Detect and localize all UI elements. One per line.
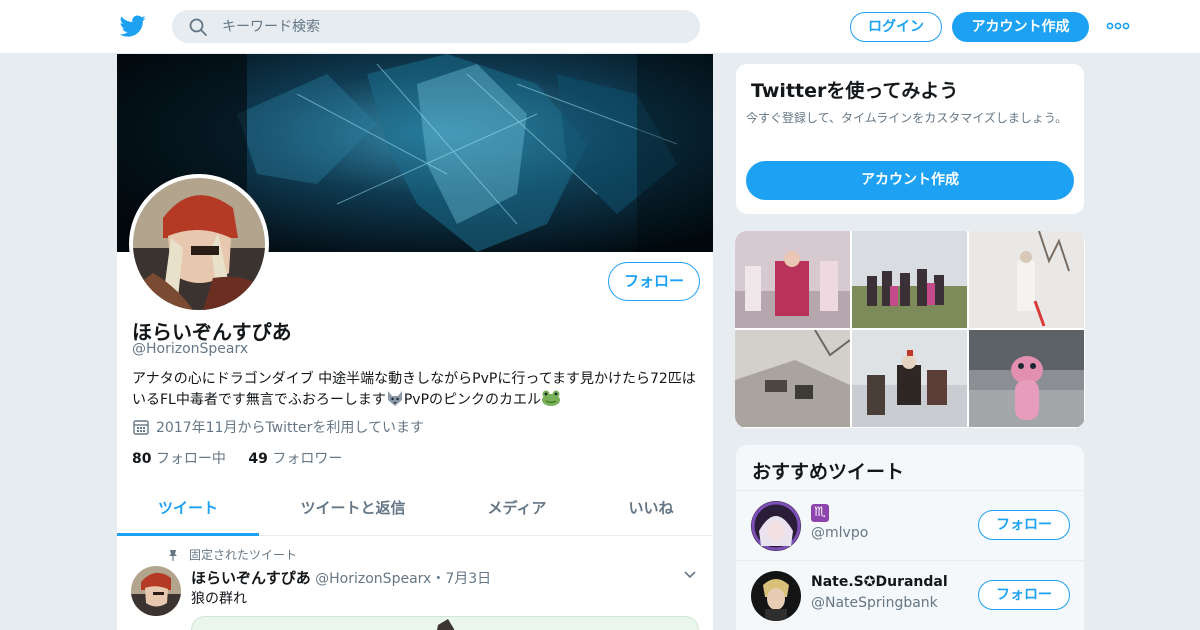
top-navigation-bar: ログイン アカウント作成 [0, 0, 1200, 54]
pin-icon [169, 550, 177, 561]
tweet-header: ほらいぞんすぴあ @HorizonSpearx・7月3日 [191, 567, 491, 588]
followers-label: フォロワー [272, 451, 343, 467]
chevron-down-icon[interactable] [683, 570, 697, 580]
recommended-title: おすすめツイート [752, 461, 905, 483]
profile-avatar[interactable] [129, 174, 269, 314]
scorpio-icon: ♏ [811, 504, 829, 522]
pinned-tweet[interactable]: 固定されたツイート ほらいぞんすぴあ @HorizonSpearx・7月3日 狼… [117, 536, 713, 630]
login-button[interactable]: ログイン [850, 12, 942, 42]
profile-bio: アナタの心にドラゴンダイブ 中途半端な動きしながらPvPに行ってます見かけたら7… [132, 369, 702, 410]
recommended-user-handle[interactable]: @NateSpringbank [811, 595, 938, 611]
calendar-icon [133, 420, 149, 435]
signup-card-button[interactable]: アカウント作成 [746, 161, 1074, 200]
media-thumbnail[interactable] [969, 231, 1084, 328]
following-count: 80 [132, 451, 152, 467]
recommended-tweets-panel: おすすめツイート ♏ @mlvpo フォロー Nate.S✪Durandal @… [735, 444, 1085, 630]
media-thumbnail[interactable] [852, 330, 967, 427]
join-date: 2017年11月からTwitterを利用しています [132, 418, 424, 438]
signup-card-title: Twitterを使ってみよう [751, 80, 959, 102]
media-gallery [735, 231, 1085, 428]
media-thumbnail[interactable] [852, 231, 967, 328]
following-stat[interactable]: 80 フォロー中 [132, 451, 226, 467]
recommended-user-avatar[interactable] [751, 501, 801, 551]
tweet-separator: ・ [431, 571, 446, 587]
media-thumbnail[interactable] [969, 330, 1084, 427]
follow-button[interactable]: フォロー [608, 262, 700, 301]
following-label: フォロー中 [155, 451, 226, 467]
signup-button[interactable]: アカウント作成 [952, 12, 1089, 42]
frog-emoji-icon [542, 390, 561, 406]
tab-tweets-and-replies[interactable]: ツイートと返信 [259, 486, 447, 536]
tweet-media-preview[interactable] [191, 616, 699, 630]
pinned-indicator: 固定されたツイート [167, 546, 297, 563]
follow-button[interactable]: フォロー [978, 580, 1070, 610]
more-dots-icon[interactable] [1106, 21, 1130, 31]
tab-tweets[interactable]: ツイート [117, 486, 259, 536]
tab-likes[interactable]: いいね [587, 486, 713, 536]
tweet-text: 狼の群れ [191, 591, 247, 607]
profile-column: フォロー ほらいぞんすぴあ @HorizonSpearx アナタの心にドラゴンダ… [116, 54, 714, 630]
recommended-user-name[interactable]: Nate.S✪Durandal [811, 574, 948, 590]
recommended-user[interactable]: Nate.S✪Durandal @NateSpringbank フォロー [736, 560, 1084, 630]
signup-card-description: 今すぐ登録して、タイムラインをカスタマイズしましょう。 [746, 111, 1068, 125]
search-input[interactable] [222, 10, 682, 43]
search-bar[interactable] [172, 10, 700, 43]
wolf-emoji-icon [387, 391, 402, 406]
tweet-date[interactable]: 7月3日 [445, 571, 491, 587]
followers-count: 49 [248, 451, 268, 467]
signup-card: Twitterを使ってみよう 今すぐ登録して、タイムラインをカスタマイズしましょ… [735, 63, 1085, 215]
recommended-user-avatar[interactable] [751, 571, 801, 621]
followers-stat[interactable]: 49 フォロワー [248, 451, 342, 467]
search-icon [189, 18, 207, 36]
pinned-label: 固定されたツイート [189, 548, 298, 562]
tweet-author-name[interactable]: ほらいぞんすぴあ [191, 569, 311, 587]
join-date-text: 2017年11月からTwitterを利用しています [156, 420, 424, 436]
tab-media[interactable]: メディア [447, 486, 587, 536]
follow-button[interactable]: フォロー [978, 510, 1070, 540]
recommended-user-name[interactable]: ♏ [811, 504, 829, 522]
twitter-bird-icon[interactable] [119, 13, 147, 39]
media-thumbnail[interactable] [735, 231, 850, 328]
profile-tabs: ツイート ツイートと返信 メディア いいね [117, 486, 713, 536]
media-thumbnail[interactable] [735, 330, 850, 427]
profile-stats: 80 フォロー中 49 フォロワー [132, 448, 360, 468]
tweet-author-avatar[interactable] [131, 566, 181, 616]
tweet-author-handle[interactable]: @HorizonSpearx [315, 571, 431, 587]
profile-handle[interactable]: @HorizonSpearx [132, 341, 248, 357]
recommended-user-handle[interactable]: @mlvpo [811, 525, 868, 541]
bio-text-part-2: PvPのピンクのカエル [403, 392, 542, 408]
recommended-user[interactable]: ♏ @mlvpo フォロー [736, 490, 1084, 560]
